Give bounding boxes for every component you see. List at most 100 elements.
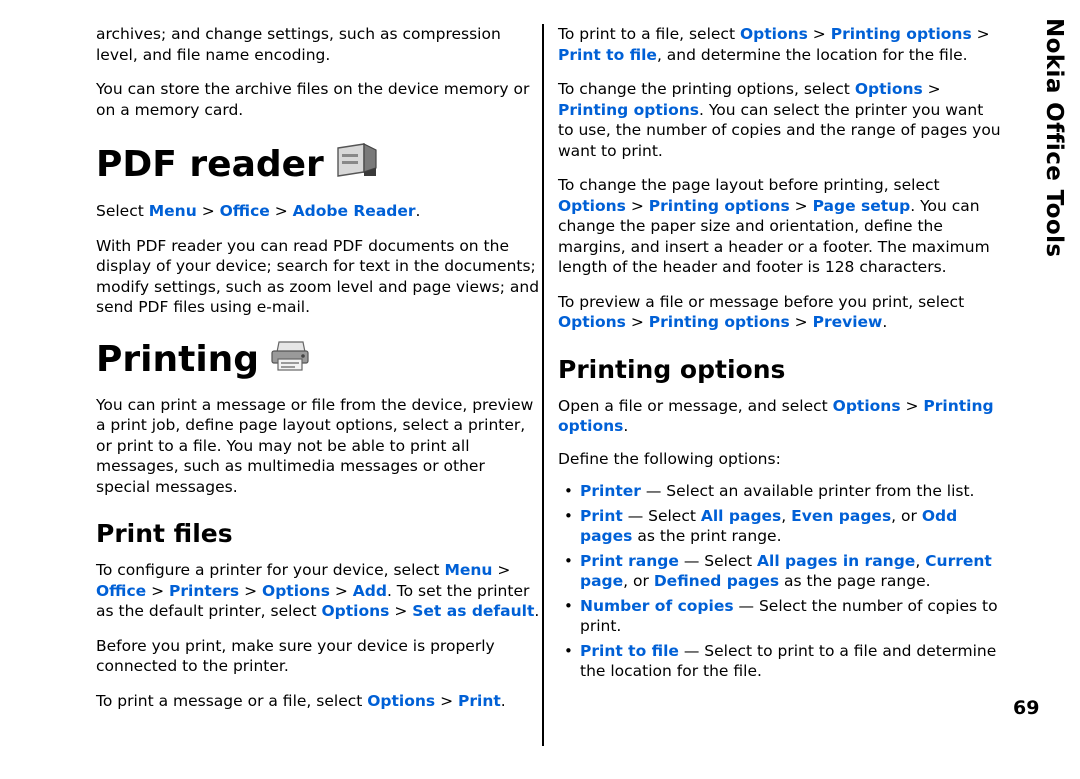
configure-lead: To configure a printer for your device, … <box>96 561 445 579</box>
link-printers[interactable]: Printers <box>169 582 239 600</box>
link-printing-options[interactable]: Printing options <box>831 25 972 43</box>
link-printing-options[interactable]: Printing options <box>558 101 699 119</box>
period: . <box>415 202 421 220</box>
link-adobe-reader[interactable]: Adobe Reader <box>293 202 416 220</box>
sep: > <box>389 602 413 620</box>
link-options[interactable]: Options <box>740 25 808 43</box>
printing-option-text-tail: as the page range. <box>779 572 931 590</box>
printing-option-item: Printer — Select an available printer fr… <box>558 481 1003 502</box>
link-options[interactable]: Options <box>833 397 901 415</box>
printer-icon <box>269 340 311 381</box>
print-to-file-paragraph: To print to a file, select Options > Pri… <box>558 24 1003 65</box>
sep: > <box>625 313 649 331</box>
link-print-to-file[interactable]: Print to file <box>558 46 657 64</box>
change-printing-options-paragraph: To change the printing options, select O… <box>558 79 1003 161</box>
printing-option-separator: , <box>915 551 926 570</box>
print-files-print-message: To print a message or a file, select Opt… <box>96 691 541 712</box>
lead: To change the page layout before printin… <box>558 176 940 194</box>
column-divider <box>542 24 544 746</box>
printing-option-text: Select an available printer from the lis… <box>666 482 975 500</box>
period: . <box>534 602 540 620</box>
preview-paragraph: To preview a file or message before you … <box>558 292 1003 333</box>
printing-option-text: Select <box>648 506 701 525</box>
sep: > <box>789 196 813 215</box>
printing-option-term[interactable]: Print range <box>580 552 679 570</box>
link-printing-options[interactable]: Printing options <box>649 197 790 215</box>
printing-option-separator: , <box>781 506 792 525</box>
sep: > <box>329 581 353 600</box>
printing-option-dash: — <box>678 551 705 570</box>
link-options[interactable]: Options <box>558 313 626 331</box>
sep: > <box>900 396 924 415</box>
period: . <box>623 417 629 435</box>
lead: To preview a file or message before you … <box>558 292 965 311</box>
printing-option-item: Number of copies — Select the number of … <box>558 596 1003 637</box>
printing-option-value-link[interactable]: Defined pages <box>654 572 779 590</box>
printing-option-text-tail: as the print range. <box>632 527 782 545</box>
sep: > <box>492 561 511 579</box>
sep: > <box>971 25 990 43</box>
intro-paragraph-2: You can store the archive files on the d… <box>96 80 530 119</box>
link-office[interactable]: Office <box>96 582 146 600</box>
print-message-lead: To print a message or a file, select <box>96 691 368 710</box>
printing-option-value-link[interactable]: All pages <box>701 507 781 525</box>
link-print[interactable]: Print <box>458 692 501 710</box>
link-add[interactable]: Add <box>353 582 387 600</box>
lead: To change the printing options, select <box>558 80 855 98</box>
sep: > <box>269 202 293 220</box>
printing-option-value-link[interactable]: All pages in range <box>757 552 915 570</box>
printing-option-text: Select <box>704 551 758 570</box>
sep: > <box>625 196 649 215</box>
pdf-reader-icon <box>334 142 380 187</box>
printing-option-item: Print — Select All pages, Even pages, or… <box>558 506 1003 547</box>
link-options[interactable]: Options <box>855 80 923 98</box>
printing-option-term[interactable]: Print to file <box>580 642 679 660</box>
select-lead: Select <box>96 202 149 220</box>
link-options[interactable]: Options <box>367 692 435 710</box>
lead: Open a file or message, and select <box>558 396 833 415</box>
sep: > <box>807 25 831 43</box>
link-page-setup[interactable]: Page setup <box>813 197 911 215</box>
printing-option-dash: — <box>733 596 759 615</box>
printing-options-open-line: Open a file or message, and select Optio… <box>558 396 1003 437</box>
link-menu[interactable]: Menu <box>149 202 197 220</box>
heading-pdf-reader-text: PDF reader <box>96 143 324 185</box>
sep: > <box>922 80 941 98</box>
link-options[interactable]: Options <box>262 582 330 600</box>
heading-pdf-reader: PDF reader <box>96 142 541 187</box>
sep: > <box>789 313 813 331</box>
printing-option-item: Print range — Select All pages in range,… <box>558 551 1003 592</box>
printing-option-term[interactable]: Number of copies <box>580 597 734 615</box>
heading-print-files: Print files <box>96 519 233 548</box>
link-office[interactable]: Office <box>220 202 270 220</box>
print-files-before-print: Before you print, make sure your device … <box>96 636 495 676</box>
printing-option-dash: — <box>640 482 667 500</box>
link-preview[interactable]: Preview <box>813 313 883 331</box>
printing-option-term[interactable]: Print <box>580 507 623 525</box>
change-page-layout-paragraph: To change the page layout before printin… <box>558 175 1003 278</box>
printing-options-define-line: Define the following options: <box>558 449 781 468</box>
left-column: archives; and change settings, such as c… <box>96 24 541 725</box>
tail: , and determine the location for the fil… <box>656 45 968 64</box>
printing-option-separator: , or <box>623 572 654 590</box>
lead: To print to a file, select <box>558 25 740 43</box>
printing-option-item: Print to file — Select to print to a fil… <box>558 641 1003 682</box>
right-column: To print to a file, select Options > Pri… <box>558 24 1003 686</box>
printing-option-dash: — <box>622 506 649 525</box>
link-menu[interactable]: Menu <box>444 561 492 579</box>
printing-option-dash: — <box>678 641 705 660</box>
pdf-reader-description: With PDF reader you can read PDF documen… <box>96 236 540 317</box>
printing-option-separator: , or <box>891 506 922 525</box>
sep: > <box>196 202 220 220</box>
printing-options-list: Printer — Select an available printer fr… <box>558 481 1003 682</box>
printing-option-value-link[interactable]: Even pages <box>791 507 891 525</box>
sep: > <box>239 581 263 600</box>
link-options[interactable]: Options <box>558 197 626 215</box>
printing-description: You can print a message or file from the… <box>96 395 534 496</box>
page-number: 69 <box>1013 697 1040 719</box>
printing-option-term[interactable]: Printer <box>580 482 641 500</box>
link-options[interactable]: Options <box>322 602 390 620</box>
link-set-as-default[interactable]: Set as default <box>412 602 534 620</box>
document-page: Nokia Office Tools archives; and change … <box>0 0 1080 779</box>
link-printing-options[interactable]: Printing options <box>649 313 790 331</box>
